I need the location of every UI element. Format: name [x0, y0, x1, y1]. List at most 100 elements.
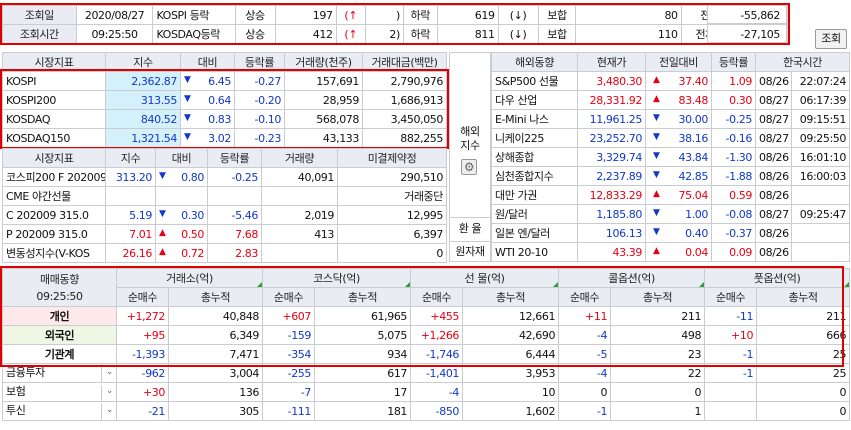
flat-label: 보합	[537, 24, 577, 44]
futures-name[interactable]: P 202009 315.0	[2, 224, 106, 244]
col-world-time[interactable]: 한국시간	[754, 52, 851, 72]
fx-button[interactable]: 환 율	[450, 217, 490, 239]
col-net-buy[interactable]: 순매수	[558, 287, 612, 307]
investor-name[interactable]: 기관계	[2, 344, 117, 364]
world-name[interactable]: 다우 산업	[491, 90, 578, 110]
col-amount[interactable]: 거래대금(백만)	[362, 52, 447, 72]
col-total[interactable]: 총누적	[314, 287, 412, 307]
col-open-interest[interactable]: 미결제약정	[337, 148, 447, 168]
world-name[interactable]: 원/달러	[491, 204, 578, 224]
futures-name[interactable]: CME 야간선물	[2, 186, 106, 206]
futures-name[interactable]: 코스피200 F 202009	[2, 167, 106, 187]
col-index[interactable]: 지수	[105, 148, 156, 168]
futures-name[interactable]: C 202009 315.0	[2, 205, 106, 225]
world-row[interactable]: 일본 엔/달러 106.13 ▼ 0.40 -0.37 08/26	[491, 223, 851, 243]
world-name[interactable]: 심천종합지수	[491, 166, 578, 186]
world-name[interactable]: 니케이225	[491, 128, 578, 148]
col-world-price[interactable]: 현재가	[577, 52, 646, 72]
investor-row[interactable]: 보험 ⌄ +30 136 -7 17 -4 10 0 0 0	[2, 382, 851, 402]
world-row[interactable]: S&P500 선물 3,480.30 ▲ 37.40 1.09 08/26 22:07:24	[491, 71, 851, 91]
index-name[interactable]: KOSPI200	[2, 90, 106, 110]
col-rate[interactable]: 등락률	[207, 148, 262, 168]
index-name[interactable]: KOSDAQ	[2, 109, 106, 129]
col-market[interactable]: 시장지표	[2, 52, 106, 72]
col-net-buy[interactable]: 순매수	[704, 287, 758, 307]
chevron-down-icon[interactable]: ⌄	[100, 404, 113, 420]
index-amount: 1,686,913	[362, 90, 447, 110]
world-name[interactable]: 대만 가권	[491, 185, 578, 205]
world-row[interactable]: 니케이225 23,252.70 ▼ 38.16 -0.16 08/27 09:25:50	[491, 128, 851, 148]
world-row[interactable]: 대만 가권 12,833.29 ▲ 75.04 0.59 08/26	[491, 185, 851, 205]
world-row[interactable]: 심천종합지수 2,237.89 ▼ 42.85 -1.88 08/26 16:00:03	[491, 166, 851, 186]
world-row[interactable]: 다우 산업 28,331.92 ▲ 83.48 0.30 08/27 06:17:39	[491, 90, 851, 110]
investor-row[interactable]: 개인 +1,272 40,848 +607 61,965 +455 12,661 +11 211…	[2, 306, 851, 326]
world-name[interactable]: WTI 20-10	[491, 242, 578, 262]
index-row[interactable]: KOSDAQ150 1,321.54 ▼ 3.02 -0.23 43,133 882,255	[2, 128, 447, 148]
col-volume[interactable]: 거래량(천주)	[284, 52, 363, 72]
investor-row[interactable]: 외국인 +95 6,349 -159 5,075 +1,266 42,690 -4 498 +10…	[2, 325, 851, 345]
commodity-button[interactable]: 원자재	[450, 241, 490, 261]
overseas-index-button[interactable]: 해외 지수	[450, 125, 490, 153]
col-volume[interactable]: 거래량	[261, 148, 338, 168]
gear-icon[interactable]: ⚙	[461, 159, 477, 175]
col-world-change[interactable]: 전일대비	[645, 52, 712, 72]
col-index[interactable]: 지수	[105, 52, 181, 72]
world-name[interactable]: 상해종합	[491, 147, 578, 167]
col-total[interactable]: 총누적	[756, 287, 851, 307]
col-net-buy[interactable]: 순매수	[410, 287, 464, 307]
col-change[interactable]: 대비	[155, 148, 208, 168]
query-date[interactable]: 2020/08/27	[75, 5, 154, 25]
col-market[interactable]: 시장지표	[2, 148, 106, 168]
investor-row[interactable]: 투신 ⌄ -21 305 -111 181 -850 1,602 -1 1 0	[2, 401, 851, 421]
world-row[interactable]: WTI 20-10 43.39 ▲ 0.04 0.09 08/26	[491, 242, 851, 262]
direction-icon: ▼	[653, 226, 660, 237]
index-row[interactable]: KOSDAQ 840.52 ▼ 0.83 -0.10 568,078 3,450,050	[2, 109, 447, 129]
futures-row[interactable]: 변동성지수(V-KOS 26.16 ▲ 0.72 2.83 0	[2, 243, 447, 263]
col-world-name[interactable]: 해외동향	[491, 52, 578, 72]
world-change: 30.00	[678, 112, 709, 126]
chevron-down-icon[interactable]: ⌄	[100, 366, 113, 382]
futures-row[interactable]: CME 야간선물 거래중단	[2, 186, 447, 206]
futures-row[interactable]: P 202009 315.0 7.01 ▲ 0.50 7.68 413 6,397	[2, 224, 447, 244]
world-row[interactable]: E-Mini 나스 11,961.25 ▼ 30.00 -0.25 08/27 09:15:…	[491, 109, 851, 129]
group-put-option[interactable]: 풋옵션(억)	[704, 268, 851, 288]
col-world-rate[interactable]: 등락률	[711, 52, 756, 72]
col-net-buy[interactable]: 순매수	[262, 287, 316, 307]
index-name[interactable]: KOSPI	[2, 71, 106, 91]
group-exchange[interactable]: 거래소(억)	[115, 268, 264, 288]
group-kosdaq[interactable]: 코스닥(억)	[262, 268, 412, 288]
group-call-option[interactable]: 콜옵션(억)	[558, 268, 706, 288]
world-name[interactable]: E-Mini 나스	[491, 109, 578, 129]
world-row[interactable]: 원/달러 1,185.80 ▼ 1.00 -0.08 08/27 09:25:47	[491, 204, 851, 224]
investor-name[interactable]: 개인	[2, 306, 117, 326]
world-date: 08/26	[755, 166, 792, 186]
world-name[interactable]: S&P500 선물	[491, 71, 578, 91]
index-row[interactable]: KOSPI 2,362.87 ▼ 6.45 -0.27 157,691 2,790,976	[2, 71, 447, 91]
col-total[interactable]: 총누적	[167, 287, 264, 307]
futures-row[interactable]: 코스피200 F 202009 313.20 ▼ 0.80 -0.25 40,091 290…	[2, 167, 447, 187]
index-row[interactable]: KOSPI200 313.55 ▼ 0.64 -0.20 28,959 1,686,913	[2, 90, 447, 110]
world-change: 0.40	[685, 226, 708, 240]
col-total[interactable]: 총누적	[610, 287, 706, 307]
col-total[interactable]: 총누적	[462, 287, 560, 307]
investor-row[interactable]: 금융투자 ⌄ -962 3,004 -255 617 -1,401 3,953 -4 22 -1 25	[2, 363, 851, 383]
col-change[interactable]: 대비	[180, 52, 235, 72]
lookup-button[interactable]: 조회	[815, 29, 847, 49]
world-name[interactable]: 일본 엔/달러	[491, 223, 578, 243]
chevron-down-icon[interactable]: ⌄	[100, 385, 113, 401]
col-rate[interactable]: 등락률	[234, 52, 285, 72]
investor-name-cell[interactable]: 보험 ⌄	[2, 382, 117, 402]
futures-name[interactable]: 변동성지수(V-KOS	[2, 243, 106, 263]
investor-name-cell[interactable]: 금융투자 ⌄	[2, 363, 117, 383]
futures-row[interactable]: C 202009 315.0 5.19 ▼ 0.30 -5.46 2,019 12,995	[2, 205, 447, 225]
market-label: KOSDAQ등락	[152, 24, 236, 44]
col-net-buy[interactable]: 순매수	[116, 287, 169, 307]
investor-name-cell[interactable]: 투신 ⌄	[2, 401, 117, 421]
world-row[interactable]: 상해종합 3,329.74 ▼ 43.84 -1.30 08/26 16:01:10	[491, 147, 851, 167]
world-change-cell: ▼ 43.84	[645, 147, 712, 167]
total-value: 42,690	[462, 325, 560, 345]
group-futures[interactable]: 선 물(억)	[410, 268, 560, 288]
investor-row[interactable]: 기관계 -1,393 7,471 -354 934 -1,746 6,444 -5 23 -1 25	[2, 344, 851, 364]
investor-name[interactable]: 외국인	[2, 325, 117, 345]
index-name[interactable]: KOSDAQ150	[2, 128, 106, 148]
